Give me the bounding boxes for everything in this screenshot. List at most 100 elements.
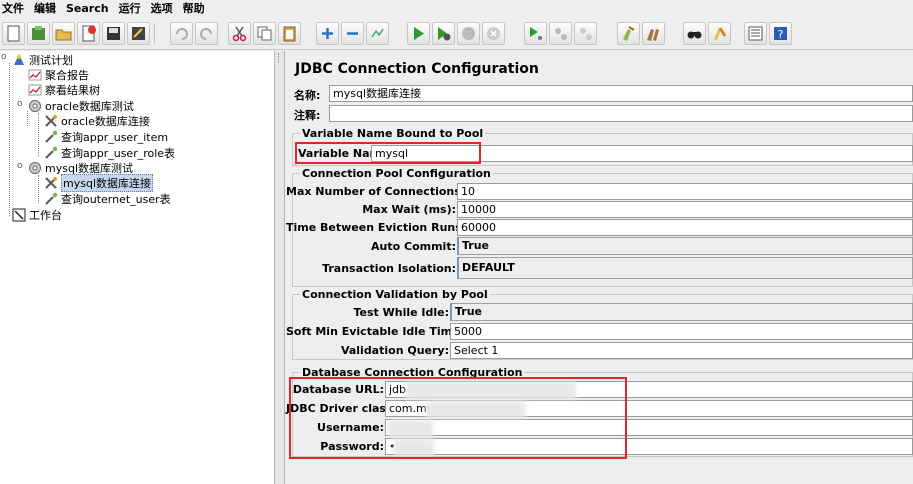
- new-file-icon: [7, 25, 20, 42]
- soft-min-idle-label: Soft Min Evictable Idle Time(ms):: [286, 325, 493, 338]
- menu-run[interactable]: 运行: [119, 0, 141, 16]
- open-folder-icon: [55, 29, 72, 41]
- clear-all-button[interactable]: [642, 22, 665, 45]
- redo-icon: [200, 28, 212, 40]
- panel-splitter[interactable]: [275, 51, 285, 484]
- menu-file[interactable]: 文件: [2, 0, 24, 16]
- copy-icon: [257, 26, 272, 41]
- remote-exit-button[interactable]: [574, 22, 597, 45]
- paste-icon: [283, 26, 296, 42]
- copy-button[interactable]: [253, 22, 276, 45]
- validation-query-label: Validation Query:: [340, 344, 449, 357]
- remote-stop-icon: [555, 28, 567, 40]
- list-icon: [748, 26, 763, 41]
- collapse-toggle[interactable]: o: [17, 100, 24, 109]
- max-connections-label: Max Number of Connections:: [286, 185, 466, 198]
- open-button[interactable]: [52, 22, 75, 45]
- expand-button[interactable]: [316, 22, 339, 45]
- eviction-runs-label: Time Between Eviction Runs (ms):: [286, 221, 499, 234]
- config-panel: JDBC Connection Configuration 名称: mysql数…: [286, 51, 913, 484]
- report-graph-icon: [28, 68, 42, 82]
- tree-node-oracle-query-1[interactable]: 查询appr_user_item: [44, 129, 168, 144]
- wrench-cross-icon: [44, 176, 58, 190]
- paste-button[interactable]: [278, 22, 301, 45]
- binoculars-icon: [687, 31, 702, 39]
- connection-pool-title: Connection Pool Configuration: [300, 167, 493, 180]
- close-button[interactable]: [77, 22, 100, 45]
- save-icon: [107, 27, 120, 40]
- max-wait-field[interactable]: 10000: [457, 201, 913, 218]
- remote-start-icon: [530, 27, 542, 40]
- tree-node-results-tree[interactable]: 察看结果树: [28, 82, 100, 97]
- tree-node-oracle-query-2[interactable]: 查询appr_user_role表: [44, 145, 175, 160]
- transaction-isolation-select[interactable]: DEFAULT: [457, 257, 913, 279]
- toolbar-separator: [154, 23, 155, 44]
- reset-search-button[interactable]: [708, 22, 731, 45]
- wrench-cross-icon: [44, 114, 58, 128]
- test-plan-tree[interactable]: o o o 测试计划 聚合报告 察看结果树 oracle数据库测试 oracle…: [0, 51, 275, 484]
- max-wait-label: Max Wait (ms):: [362, 203, 456, 216]
- menu-options[interactable]: 选项: [151, 0, 173, 16]
- remote-stop-button[interactable]: [549, 22, 572, 45]
- clear-button[interactable]: [617, 22, 640, 45]
- tree-node-mysql-connection[interactable]: mysql数据库连接: [44, 173, 153, 192]
- auto-commit-select[interactable]: True: [457, 237, 913, 255]
- new-button[interactable]: [2, 22, 25, 45]
- variable-pool-title: Variable Name Bound to Pool: [300, 127, 486, 140]
- tree-node-mysql-query[interactable]: 查询outernet_user表: [44, 191, 171, 206]
- eviction-runs-field[interactable]: 60000: [457, 219, 913, 236]
- tree-node-test-plan[interactable]: 测试计划: [12, 52, 73, 67]
- shutdown-icon: [487, 27, 500, 40]
- pipette-icon: [44, 130, 58, 144]
- collapse-toggle[interactable]: o: [17, 162, 24, 171]
- play-timer-icon: [438, 27, 451, 41]
- tree-node-workbench[interactable]: 工作台: [12, 207, 62, 222]
- test-plan-icon: [12, 53, 26, 67]
- broom-icon: [623, 26, 635, 41]
- plus-icon: [322, 28, 333, 39]
- shutdown-button[interactable]: [482, 22, 505, 45]
- toolbar: ?: [0, 17, 913, 50]
- menu-edit[interactable]: 编辑: [34, 0, 56, 16]
- name-field[interactable]: mysql数据库连接: [329, 85, 913, 102]
- menu-search[interactable]: Search: [66, 2, 109, 15]
- collapse-button[interactable]: [341, 22, 364, 45]
- remote-start-button[interactable]: [524, 22, 547, 45]
- undo-button[interactable]: [170, 22, 193, 45]
- save-screen-icon: [132, 27, 145, 40]
- tree-line: [27, 111, 28, 126]
- collapse-toggle[interactable]: o: [1, 53, 8, 62]
- broom-all-icon: [647, 29, 659, 41]
- redo-button[interactable]: [195, 22, 218, 45]
- stop-button[interactable]: [457, 22, 480, 45]
- menu-bar: 文件 编辑 Search 运行 选项 帮助: [0, 0, 913, 16]
- gear-icon: [28, 99, 42, 113]
- templates-button[interactable]: [27, 22, 50, 45]
- reset-search-icon: [714, 27, 727, 40]
- max-connections-field[interactable]: 10: [457, 183, 913, 200]
- svg-text:?: ?: [778, 28, 784, 41]
- test-while-idle-label: Test While Idle:: [353, 306, 449, 319]
- validation-query-field[interactable]: Select 1: [450, 342, 913, 359]
- splitter-grip: [278, 53, 281, 63]
- soft-min-idle-field[interactable]: 5000: [450, 323, 913, 340]
- stop-icon: [462, 27, 475, 40]
- function-helper-button[interactable]: [744, 22, 767, 45]
- save-as-button[interactable]: [127, 22, 150, 45]
- search-button[interactable]: [683, 22, 706, 45]
- comment-field[interactable]: [329, 105, 913, 122]
- cut-button[interactable]: [228, 22, 251, 45]
- help-button[interactable]: ?: [769, 22, 792, 45]
- tree-node-oracle-connection[interactable]: oracle数据库连接: [44, 113, 150, 128]
- menu-help[interactable]: 帮助: [183, 0, 205, 16]
- tree-node-aggregate-report[interactable]: 聚合报告: [28, 67, 89, 82]
- toggle-button[interactable]: [366, 22, 389, 45]
- start-no-pause-button[interactable]: [432, 22, 455, 45]
- tree-node-oracle-thread-group[interactable]: oracle数据库测试: [28, 98, 134, 113]
- tree-line: [38, 113, 39, 157]
- save-button[interactable]: [102, 22, 125, 45]
- start-button[interactable]: [407, 22, 430, 45]
- test-while-idle-select[interactable]: True: [450, 303, 913, 321]
- pipette-icon: [44, 192, 58, 206]
- tree-line: [38, 175, 39, 203]
